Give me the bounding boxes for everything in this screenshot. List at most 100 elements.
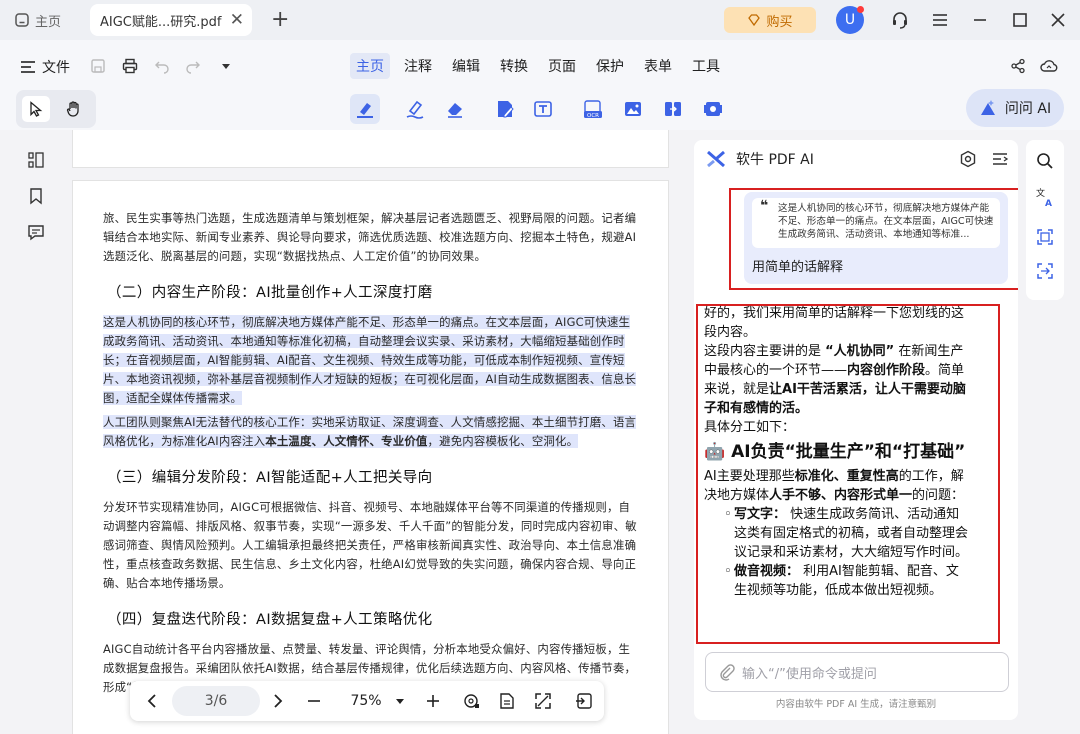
previous-page-bottom (72, 130, 669, 168)
ask-ai-label: 问问 AI (1004, 101, 1052, 117)
buy-button[interactable]: 购买 (724, 7, 816, 33)
cloud-icon[interactable] (1040, 57, 1058, 75)
redo-icon[interactable] (184, 57, 202, 75)
zoom-in-icon[interactable] (421, 681, 445, 721)
file-menu-label: 文件 (42, 60, 70, 76)
ai-answer: 好的，我们来用简单的话解释一下您划线的这段内容。 这段内容主要讲的是 “人机协同… (704, 304, 970, 644)
history-list-icon[interactable] (990, 149, 1010, 169)
cursor-mode-group (16, 90, 96, 128)
document-tab[interactable]: AIGC赋能...研究.pdf ✕ (90, 4, 252, 36)
tab-annotate[interactable]: 注释 (398, 53, 438, 79)
tab-home[interactable]: 主页 (350, 53, 390, 79)
file-menu[interactable]: 文件 (20, 57, 70, 77)
close-window-icon[interactable] (1046, 8, 1070, 32)
home-tab[interactable]: 主页 (14, 8, 61, 32)
page-layout-icon[interactable] (495, 681, 519, 721)
heading-distribution: （三）编辑分发阶段：AI智能适配+人工把关导向 (107, 470, 433, 486)
translate-icon[interactable]: 文A (1034, 186, 1056, 208)
print-icon[interactable] (121, 57, 139, 75)
list-item: 做音视频： 利用AI智能剪辑、配音、文生视频等功能，低成本做出短视频。 (724, 562, 970, 600)
ask-ai-button[interactable]: 问问 AI (966, 89, 1064, 127)
save-icon[interactable] (89, 57, 107, 75)
tab-form[interactable]: 表单 (638, 53, 678, 79)
tab-edit[interactable]: 编辑 (446, 53, 486, 79)
underline-tool-icon[interactable] (400, 94, 430, 124)
page-number-input[interactable]: 3/6 (172, 686, 260, 716)
next-page-icon[interactable] (266, 681, 290, 721)
tab-page[interactable]: 页面 (542, 53, 582, 79)
comment-icon[interactable] (26, 222, 46, 242)
tab-tools[interactable]: 工具 (686, 53, 726, 79)
thumbnails-icon[interactable] (26, 150, 46, 170)
settings-icon[interactable] (958, 149, 978, 169)
maximize-icon[interactable] (1008, 8, 1032, 32)
ai-assistant-panel: 软牛 PDF AI ❝ 这是人机协同的核心环节，彻底解决地方媒体产能不足、形态单… (694, 140, 1018, 720)
zoom-out-icon[interactable] (302, 681, 326, 721)
answer-heading: 🤖 AI负责“批量生产”和“打基础” (704, 442, 966, 462)
menu-bar: 文件 主页 注释 编辑 转换 页面 保护 表单 工具 (0, 40, 1080, 92)
headset-icon[interactable] (888, 8, 912, 32)
select-cursor-icon[interactable] (22, 96, 50, 122)
page-navigation-bar: 3/6 75% (130, 681, 604, 721)
svg-text:OCR: OCR (587, 113, 599, 119)
list-item-label: 做音视频： (734, 564, 800, 579)
edit-text-tool-icon[interactable] (490, 94, 520, 124)
ai-question-input[interactable]: 输入“/”使用命令或提问 (705, 652, 1009, 692)
highlighted-text-2c: ，避免内容模板化、空洞化。 (427, 434, 579, 448)
ai-logo-icon (707, 150, 725, 168)
answer-text: 这段内容主要讲的是 (704, 344, 826, 359)
media-tool-icon[interactable] (698, 94, 728, 124)
paragraph-intro: 旅、民生实事等热门选题，生成选题清单与策划框架，解决基层记者选题匮乏、视野局限的… (103, 211, 637, 263)
highlighted-text-2b: 本土温度、人文情怀、专业价值 (265, 434, 428, 448)
zoom-dropdown-icon[interactable] (392, 681, 408, 721)
answer-line-1: 好的，我们来用简单的话解释一下您划线的这段内容。 (704, 306, 965, 340)
dropdown-caret-icon[interactable] (217, 57, 235, 75)
right-toolbar: 文A (1026, 140, 1064, 300)
screenshot-icon[interactable] (1034, 260, 1056, 282)
highlight-tool-icon[interactable] (350, 94, 380, 124)
search-icon[interactable] (1034, 150, 1056, 172)
list-item: 写文字： 快速生成政务简讯、活动通知这类有固定格式的初稿，或者自动整理会议记录和… (724, 505, 970, 562)
svg-text:A: A (1045, 199, 1052, 207)
list-item-label: 写文字： (734, 507, 787, 522)
answer-bold: “人机协同” (825, 344, 895, 359)
image-tool-icon[interactable] (618, 94, 648, 124)
home-icon (15, 13, 29, 27)
rotate-view-icon[interactable] (460, 681, 484, 721)
share-icon[interactable] (1009, 57, 1027, 75)
answer-bold: 内容创作阶段 (847, 363, 926, 378)
tab-protect[interactable]: 保护 (590, 53, 630, 79)
answer-line-4: AI主要处理那些标准化、重复性高的工作，解决地方媒体人手不够、内容形式单一的问题… (704, 467, 970, 505)
zoom-level[interactable]: 75% (344, 681, 388, 721)
hamburger-icon (21, 61, 35, 73)
menu-tabs: 主页 注释 编辑 转换 页面 保护 表单 工具 (350, 53, 734, 79)
answer-text: 的问题： (912, 488, 965, 503)
pdf-page[interactable]: 旅、民生实事等热门选题，生成选题清单与策划框架，解决基层记者选题匮乏、视野局限的… (72, 180, 669, 734)
fit-screen-icon[interactable] (531, 681, 555, 721)
quoted-selection-text: 这是人机协同的核心环节，彻底解决地方媒体产能不足、形态单一的痛点。在文本层面，A… (778, 203, 994, 240)
text-box-tool-icon[interactable] (528, 94, 558, 124)
minimize-icon[interactable] (968, 8, 992, 32)
attachment-icon[interactable] (718, 663, 736, 681)
answer-text: AI主要处理那些 (704, 469, 795, 484)
tab-convert[interactable]: 转换 (494, 53, 534, 79)
hand-tool-icon[interactable] (60, 96, 88, 122)
scan-icon[interactable] (1034, 226, 1056, 248)
eraser-tool-icon[interactable] (440, 94, 470, 124)
previous-page-icon[interactable] (140, 681, 164, 721)
new-tab-icon[interactable]: + (271, 7, 289, 32)
menu-icon[interactable] (928, 8, 952, 32)
exit-fullscreen-icon[interactable] (572, 681, 596, 721)
diamond-icon (748, 14, 761, 27)
tool-row: OCR 问问 AI (0, 88, 1080, 130)
ocr-tool-icon[interactable]: OCR (578, 94, 608, 124)
paragraph-highlighted-1: 这是人机协同的核心环节，彻底解决地方媒体产能不足、形态单一的痛点。在文本层面，A… (103, 313, 638, 408)
document-viewer[interactable]: 旅、民生实事等热门选题，生成选题清单与策划框架，解决基层记者选题匮乏、视野局限的… (70, 130, 682, 734)
undo-icon[interactable] (153, 57, 171, 75)
answer-line-2: 这段内容主要讲的是 “人机协同” 在新闻生产中最核心的一个环节——内容创作阶段。… (704, 342, 970, 418)
ai-panel-title: 软牛 PDF AI (736, 152, 814, 168)
bookmark-icon[interactable] (26, 186, 46, 206)
compare-tool-icon[interactable] (658, 94, 688, 124)
close-tab-icon[interactable]: ✕ (230, 10, 244, 30)
user-question: 用简单的话解释 (752, 260, 844, 275)
